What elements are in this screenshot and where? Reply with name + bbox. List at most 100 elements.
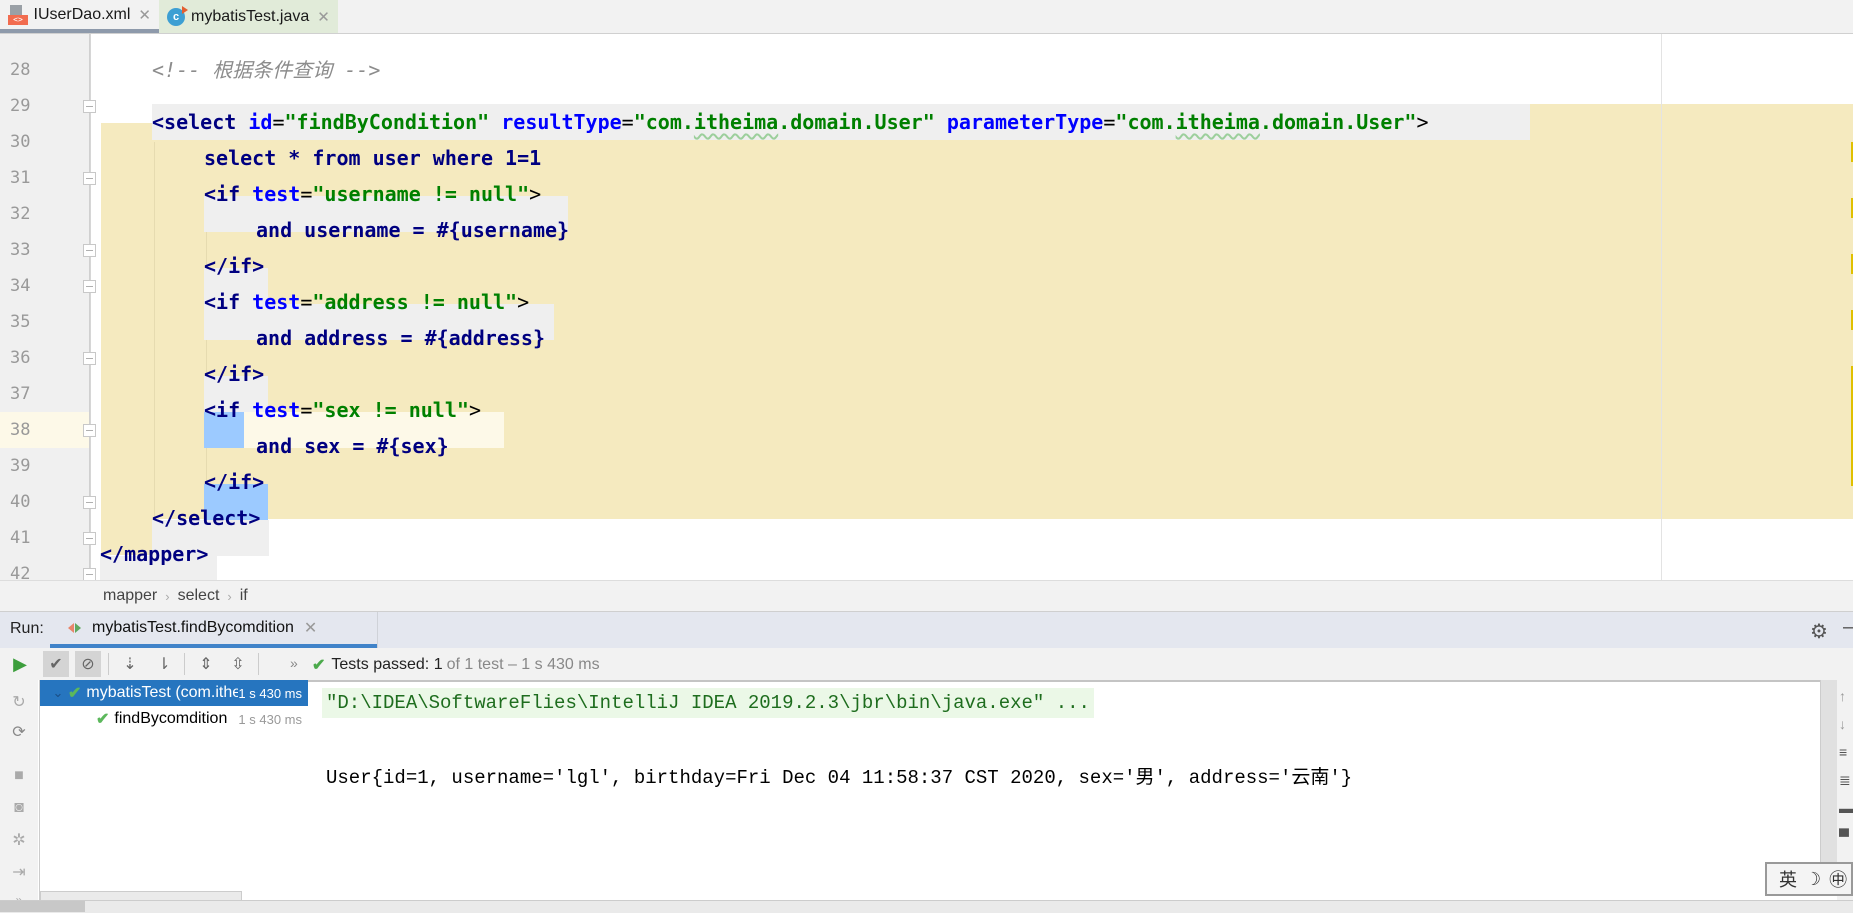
pass-check-icon: ✔ <box>96 711 110 728</box>
breadcrumb-item-select[interactable]: select <box>178 587 220 605</box>
attr-value: "findByCondition" <box>284 110 490 134</box>
line-number: 35 <box>10 312 31 332</box>
scrollbar-thumb[interactable] <box>0 901 85 912</box>
ime-mode: 英 <box>1779 870 1797 891</box>
line-number: 34 <box>10 276 31 296</box>
expand-all-icon[interactable]: ⇕ <box>193 651 219 677</box>
clear-all-icon[interactable]: ▀ <box>1839 828 1849 844</box>
fold-end-icon[interactable] <box>83 568 96 580</box>
tag-name: <select <box>152 110 237 134</box>
show-ignored-toggle[interactable]: ⊘ <box>75 651 101 677</box>
java-class-icon: c <box>167 5 188 26</box>
close-icon[interactable]: ✕ <box>317 8 330 26</box>
attr-name: resultType <box>501 110 622 134</box>
run-config-tab[interactable]: mybatisTest.findBycomdition ✕ <box>50 612 377 648</box>
code-line-34[interactable]: <if test="address != null"> <box>204 284 529 320</box>
sort-by-duration-icon[interactable]: ⇂ <box>151 651 177 677</box>
fold-collapse-icon[interactable] <box>83 172 96 185</box>
sql-text: and username = #{username} <box>256 218 570 242</box>
arrow-down-icon[interactable]: ↓ <box>1839 716 1846 732</box>
close-icon[interactable]: ✕ <box>304 618 317 638</box>
code-editor[interactable]: 27 28 29 30 31 32 33 34 35 36 37 38 39 4… <box>0 34 1853 580</box>
divider <box>184 653 185 675</box>
tree-node-findbycomdition[interactable]: ✔ findBycomdition 1 s 430 ms <box>40 706 308 732</box>
tag-close: > <box>468 398 481 422</box>
fold-end-icon[interactable] <box>83 352 96 365</box>
rerun-failed-icon[interactable]: ↻ <box>9 692 29 712</box>
tag-name: <if <box>204 290 241 314</box>
import-icon[interactable]: ⇥ <box>9 862 29 882</box>
horizontal-scrollbar[interactable] <box>0 900 1853 913</box>
minimize-icon[interactable]: – <box>1843 616 1853 639</box>
show-passed-toggle[interactable]: ✔ <box>43 651 69 677</box>
line-number: 28 <box>10 60 31 80</box>
tag-close: > <box>529 182 542 206</box>
run-tool-window-header: Run: mybatisTest.findBycomdition ✕ ⚙ – <box>0 611 1853 648</box>
ime-extra-icon: ㊥ <box>1829 870 1848 891</box>
fold-collapse-icon[interactable] <box>83 424 96 437</box>
more-actions-icon[interactable]: » <box>290 655 298 671</box>
code-line-40[interactable]: </select> <box>152 500 260 536</box>
line-number: 33 <box>10 240 31 260</box>
xml-file-icon: <> <box>8 4 28 25</box>
code-line-28[interactable]: <!-- 根据条件查询 --> <box>152 52 380 88</box>
breadcrumb-item-if[interactable]: if <box>240 587 248 605</box>
console-vertical-scrollbar[interactable] <box>1820 680 1837 890</box>
code-line-33[interactable]: </if> <box>204 248 264 284</box>
code-line-31[interactable]: <if test="username != null"> <box>204 176 541 212</box>
code-line-36[interactable]: </if> <box>204 356 264 392</box>
tab-iuserdao-xml[interactable]: <> IUserDao.xml ✕ <box>0 0 159 33</box>
sql-text: and address = #{address} <box>256 326 545 350</box>
print-icon[interactable]: ▬ <box>1839 800 1853 816</box>
code-line-35[interactable]: and address = #{address} <box>256 320 545 356</box>
test-tree[interactable]: ⌄ ✔ mybatisTest (com.itheima.test) 1 s 4… <box>39 680 309 900</box>
camera-icon[interactable]: ◙ <box>9 798 29 818</box>
fold-collapse-icon[interactable] <box>83 280 96 293</box>
tab-label: IUserDao.xml <box>33 5 131 23</box>
collapse-all-icon[interactable]: ⇳ <box>225 651 251 677</box>
code-line-37[interactable]: <if test="sex != null"> <box>204 392 481 428</box>
console-output[interactable]: "D:\IDEA\SoftwareFlies\IntelliJ IDEA 201… <box>308 680 1821 902</box>
sort-alphabetically-icon[interactable]: ⇣ <box>117 651 143 677</box>
rerun-play-icon[interactable]: ▶ <box>7 651 33 677</box>
debug-icon[interactable]: ✲ <box>9 830 29 850</box>
attr-value: .domain.User" <box>778 110 935 134</box>
gear-icon[interactable]: ⚙ <box>1810 619 1828 644</box>
code-line-29[interactable]: <select id="findByCondition" resultType=… <box>152 104 1429 140</box>
line-number: 37 <box>10 384 31 404</box>
close-icon[interactable]: ✕ <box>138 6 151 24</box>
chevron-right-icon: › <box>227 588 232 604</box>
ime-status-widget[interactable]: 英 ☽ ㊥ <box>1765 862 1853 896</box>
code-line-38[interactable]: and sex = #{sex} <box>256 428 449 464</box>
check-icon: ✔ <box>49 656 63 673</box>
line-number: 30 <box>10 132 31 152</box>
arrow-up-icon[interactable]: ↑ <box>1839 688 1846 704</box>
tree-node-time: 1 s 430 ms <box>238 711 302 727</box>
tree-node-mybatistest[interactable]: ⌄ ✔ mybatisTest (com.itheima.test) 1 s 4… <box>40 680 308 706</box>
tag-close: > <box>1416 110 1429 134</box>
spellcheck-word: itheima <box>693 110 779 134</box>
tab-mybatistest-java[interactable]: c mybatisTest.java ✕ <box>159 0 338 33</box>
fold-end-icon[interactable] <box>83 532 96 545</box>
code-line-41[interactable]: </mapper> <box>100 536 208 572</box>
breadcrumb-item-mapper[interactable]: mapper <box>103 587 157 605</box>
soft-wrap-icon[interactable]: ≡ <box>1839 744 1847 760</box>
scroll-to-end-icon[interactable]: ≣ <box>1839 772 1851 789</box>
chevron-right-icon: › <box>165 588 170 604</box>
fold-collapse-icon[interactable] <box>83 100 96 113</box>
code-line-30[interactable]: select * from user where 1=1 <box>204 140 541 176</box>
fold-end-icon[interactable] <box>83 496 96 509</box>
ban-icon: ⊘ <box>81 656 95 673</box>
sql-text: and sex = #{sex} <box>256 434 449 458</box>
toggle-auto-test-icon[interactable]: ⟳ <box>9 722 29 742</box>
right-margin-guide <box>1661 34 1662 580</box>
code-line-32[interactable]: and username = #{username} <box>256 212 569 248</box>
chevron-down-icon[interactable]: ⌄ <box>48 685 68 701</box>
stop-icon[interactable]: ■ <box>9 766 29 786</box>
tag-name: <if <box>204 398 241 422</box>
tab-label: mybatisTest.java <box>191 7 310 25</box>
editor-tab-bar: <> IUserDao.xml ✕ c mybatisTest.java ✕ <box>0 0 1853 34</box>
code-line-39[interactable]: </if> <box>204 464 264 500</box>
line-number-gutter[interactable]: 27 28 29 30 31 32 33 34 35 36 37 38 39 4… <box>0 34 91 580</box>
fold-end-icon[interactable] <box>83 244 96 257</box>
